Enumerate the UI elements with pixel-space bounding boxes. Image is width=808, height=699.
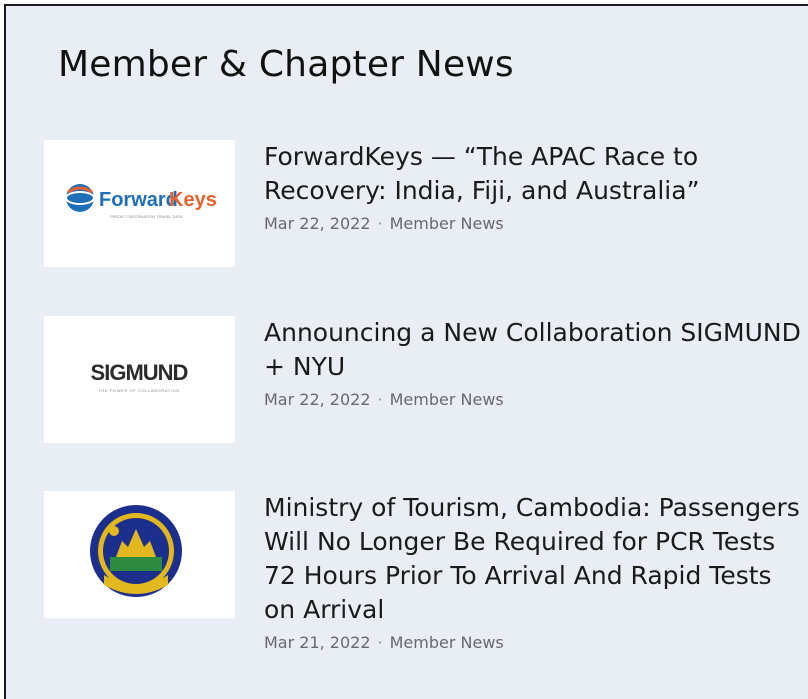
meta-separator: · xyxy=(377,214,383,233)
news-panel: Member & Chapter News Forward Keys PREDI… xyxy=(4,4,808,699)
news-category-link[interactable]: Member News xyxy=(390,390,504,409)
logo-text-forward: Forward xyxy=(99,189,178,211)
news-thumbnail[interactable]: Forward Keys PREDICT DESTINATION TRAVEL … xyxy=(44,140,235,267)
news-item-body: Announcing a New Collaboration SIGMUND +… xyxy=(264,316,804,409)
meta-separator: · xyxy=(377,633,383,652)
news-meta: Mar 22, 2022 · Member News xyxy=(264,214,804,233)
logo-text-keys: Keys xyxy=(169,189,217,211)
news-category-link[interactable]: Member News xyxy=(390,214,504,233)
news-item-body: ForwardKeys — “The APAC Race to Recovery… xyxy=(264,140,804,233)
news-date: Mar 21, 2022 xyxy=(264,633,371,652)
news-thumbnail[interactable] xyxy=(44,491,235,618)
news-date: Mar 22, 2022 xyxy=(264,390,371,409)
meta-separator: · xyxy=(377,390,383,409)
news-item-body: Ministry of Tourism, Cambodia: Passenger… xyxy=(264,491,804,652)
news-meta: Mar 22, 2022 · Member News xyxy=(264,390,804,409)
logo-tagline: PREDICT DESTINATION TRAVEL DATA xyxy=(110,214,183,219)
news-category-link[interactable]: Member News xyxy=(390,633,504,652)
section-title: Member & Chapter News xyxy=(58,44,514,85)
news-title-link[interactable]: Announcing a New Collaboration SIGMUND +… xyxy=(264,316,804,384)
logo-text-sigmund: SIGMUND xyxy=(91,360,188,385)
news-title-link[interactable]: Ministry of Tourism, Cambodia: Passenger… xyxy=(264,491,804,627)
sigmund-logo-icon: SIGMUND THE POWER OF COLLABORATION xyxy=(91,360,189,393)
news-meta: Mar 21, 2022 · Member News xyxy=(264,633,804,652)
ministry-seal-icon xyxy=(90,505,182,597)
news-date: Mar 22, 2022 xyxy=(264,214,371,233)
news-thumbnail[interactable]: SIGMUND THE POWER OF COLLABORATION xyxy=(44,316,235,443)
news-title-link[interactable]: ForwardKeys — “The APAC Race to Recovery… xyxy=(264,140,804,208)
logo-tagline: THE POWER OF COLLABORATION xyxy=(98,388,179,393)
forwardkeys-logo-icon: Forward Keys PREDICT DESTINATION TRAVEL … xyxy=(65,184,217,219)
